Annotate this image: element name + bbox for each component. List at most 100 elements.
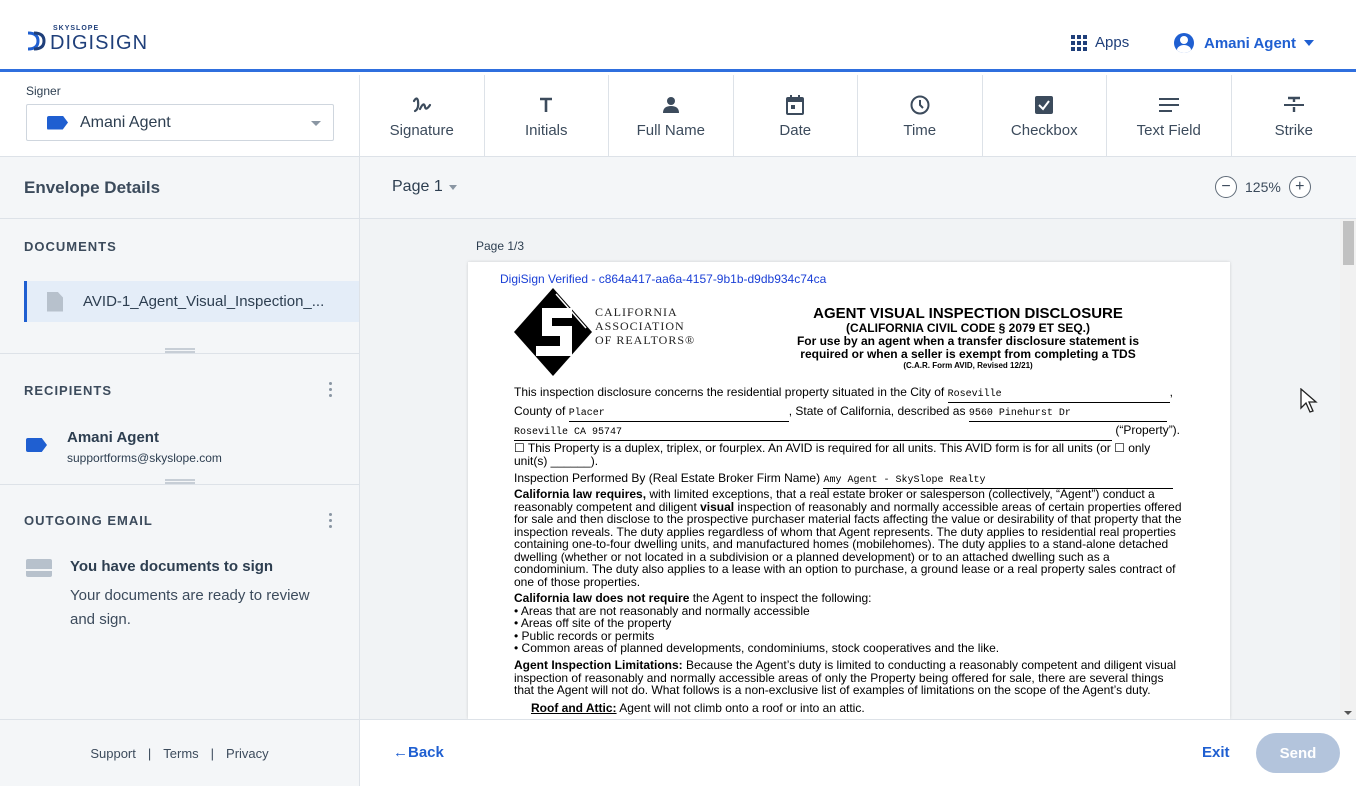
document-icon: [47, 291, 63, 312]
document-list-item[interactable]: AVID-1_Agent_Visual_Inspection_...: [24, 281, 359, 322]
zoom-level: 125%: [1245, 179, 1281, 195]
recipient-item[interactable]: Amani Agent supportforms@skyslope.com: [26, 429, 222, 465]
chevron-down-icon: [448, 184, 457, 190]
tool-initials[interactable]: Initials: [485, 75, 609, 157]
form-revision: (C.A.R. Form AVID, Revised 12/21): [903, 361, 1033, 370]
checkbox-icon: [1035, 94, 1054, 116]
field-tools: Signature Initials Full Name Date Time C…: [360, 75, 1356, 157]
tool-label: Time: [903, 121, 937, 139]
send-button[interactable]: Send: [1256, 733, 1340, 773]
address-line-2-field[interactable]: Roseville CA 95747: [514, 427, 1112, 441]
tool-signature[interactable]: Signature: [360, 75, 485, 157]
bullet-item: • Areas off site of the property: [514, 616, 672, 630]
tool-checkbox[interactable]: Checkbox: [983, 75, 1107, 157]
recipients-more-icon[interactable]: [329, 382, 333, 397]
envelope-details-title: Envelope Details: [0, 157, 359, 219]
roof-attic-line: Roof and Attic: Agent will not climb ont…: [531, 702, 1203, 715]
document-name: AVID-1_Agent_Visual_Inspection_...: [83, 293, 325, 310]
vertical-scrollbar[interactable]: [1340, 219, 1356, 719]
doc-text: , State of California, described as: [788, 404, 966, 418]
outgoing-email-section-title: OUTGOING EMAIL: [24, 513, 153, 528]
terms-link[interactable]: Terms: [163, 746, 198, 761]
page-select[interactable]: Page 1: [392, 178, 457, 196]
law-not-require-paragraph: California law does not require the Agen…: [514, 592, 1186, 655]
county-field[interactable]: Placer: [568, 408, 789, 422]
recipient-email: supportforms@skyslope.com: [67, 451, 222, 465]
zoom-out-button[interactable]: −: [1215, 176, 1237, 198]
document-page[interactable]: DigiSign Verified - c864a417-aa6a-4157-9…: [468, 262, 1230, 719]
tool-full-name[interactable]: Full Name: [609, 75, 734, 157]
chevron-down-icon: [1303, 40, 1314, 46]
exit-button[interactable]: Exit: [1202, 744, 1230, 761]
digisign-verified-id: DigiSign Verified - c864a417-aa6a-4157-9…: [500, 272, 827, 286]
email-body: Your documents are ready to review and s…: [70, 587, 310, 628]
document-subtitle-3: required or when a seller is exempt from…: [800, 347, 1136, 361]
user-avatar-icon: [1174, 33, 1194, 53]
doc-text: Agent will not climb onto a roof or into…: [616, 701, 865, 715]
document-title: AGENT VISUAL INSPECTION DISCLOSURE: [813, 305, 1123, 322]
apps-menu[interactable]: Apps: [1071, 34, 1129, 51]
org-line: CALIFORNIA: [595, 305, 678, 319]
scrollbar-thumb[interactable]: [1343, 221, 1354, 265]
signer-selected-name: Amani Agent: [80, 113, 171, 131]
envelope-icon: [26, 559, 52, 577]
property-county-line: County of Placer, State of California, d…: [514, 405, 1186, 422]
recipients-section-title: RECIPIENTS: [24, 383, 113, 398]
org-line: ASSOCIATION: [595, 319, 685, 333]
sidebar-footer: Support | Terms | Privacy: [0, 719, 359, 786]
doc-text: (“Property”).: [1115, 423, 1181, 437]
tool-label: Initials: [524, 121, 568, 139]
chevron-down-icon: [311, 121, 321, 126]
property-city-line: This inspection disclosure concerns the …: [514, 386, 1186, 403]
envelope-sidebar: Envelope Details DOCUMENTS AVID-1_Agent_…: [0, 157, 360, 786]
city-field[interactable]: Roseville: [947, 389, 1170, 403]
tool-text-field[interactable]: Text Field: [1107, 75, 1232, 157]
duplex-line: ☐ This Property is a duplex, triplex, or…: [514, 441, 1151, 468]
tool-label: Signature: [389, 121, 454, 139]
doc-text: Inspection Performed By (Real Estate Bro…: [514, 471, 821, 485]
support-link[interactable]: Support: [90, 746, 136, 761]
email-more-icon[interactable]: [329, 513, 333, 528]
brand-small-text: SKYSLOPE: [53, 25, 100, 32]
doc-bold-text: California law does not require: [514, 591, 690, 605]
zoom-in-button[interactable]: +: [1288, 176, 1311, 198]
bullet-item: • Common areas of planned developments, …: [514, 641, 1000, 655]
signer-select[interactable]: Amani Agent: [26, 104, 334, 141]
tool-label: Date: [779, 121, 812, 139]
back-button[interactable]: ←Back: [393, 744, 444, 761]
tool-date[interactable]: Date: [734, 75, 858, 157]
email-subject: You have documents to sign: [70, 558, 274, 575]
clock-icon: [910, 94, 930, 116]
apps-grid-icon: [1071, 34, 1087, 51]
doc-text: County of: [514, 404, 566, 418]
document-title-block: AGENT VISUAL INSPECTION DISCLOSURE (CALI…: [768, 305, 1168, 370]
address-field[interactable]: 9560 Pinehurst Dr: [968, 408, 1167, 422]
doc-text: the Agent to inspect the following:: [689, 591, 872, 605]
skyslope-digisign-logo[interactable]: SKYSLOPE DIGISIGN: [26, 25, 148, 55]
person-icon: [662, 94, 680, 116]
signature-icon: [411, 94, 433, 116]
mouse-cursor-icon: [1300, 388, 1318, 413]
documents-section-title: DOCUMENTS: [24, 239, 117, 254]
property-address-line: Roseville CA 95747 (“Property”).: [514, 424, 1186, 441]
signer-panel: Signer Amani Agent: [0, 75, 360, 157]
strikethrough-icon: [1283, 94, 1304, 116]
separator: |: [210, 745, 215, 761]
signer-toolbar: Signer Amani Agent Signature Initials Fu…: [0, 75, 1356, 157]
tool-time[interactable]: Time: [858, 75, 983, 157]
zoom-control: − 125% +: [1215, 176, 1311, 198]
car-logo-icon: [514, 288, 592, 376]
law-requires-paragraph: California law requires, with limited ex…: [514, 488, 1186, 588]
user-menu[interactable]: Amani Agent: [1174, 33, 1314, 53]
user-name: Amani Agent: [1204, 34, 1296, 52]
tool-label: Checkbox: [1010, 121, 1078, 139]
scroll-down-icon[interactable]: [1344, 711, 1352, 715]
tool-strike[interactable]: Strike: [1232, 75, 1356, 157]
divider: [0, 353, 359, 354]
separator: |: [147, 745, 152, 761]
back-label: Back: [408, 744, 444, 761]
privacy-link[interactable]: Privacy: [226, 746, 269, 761]
signer-label: Signer: [26, 84, 61, 98]
doc-text: inspection of reasonably and normally ac…: [514, 499, 1182, 589]
tool-label: Full Name: [636, 121, 705, 139]
